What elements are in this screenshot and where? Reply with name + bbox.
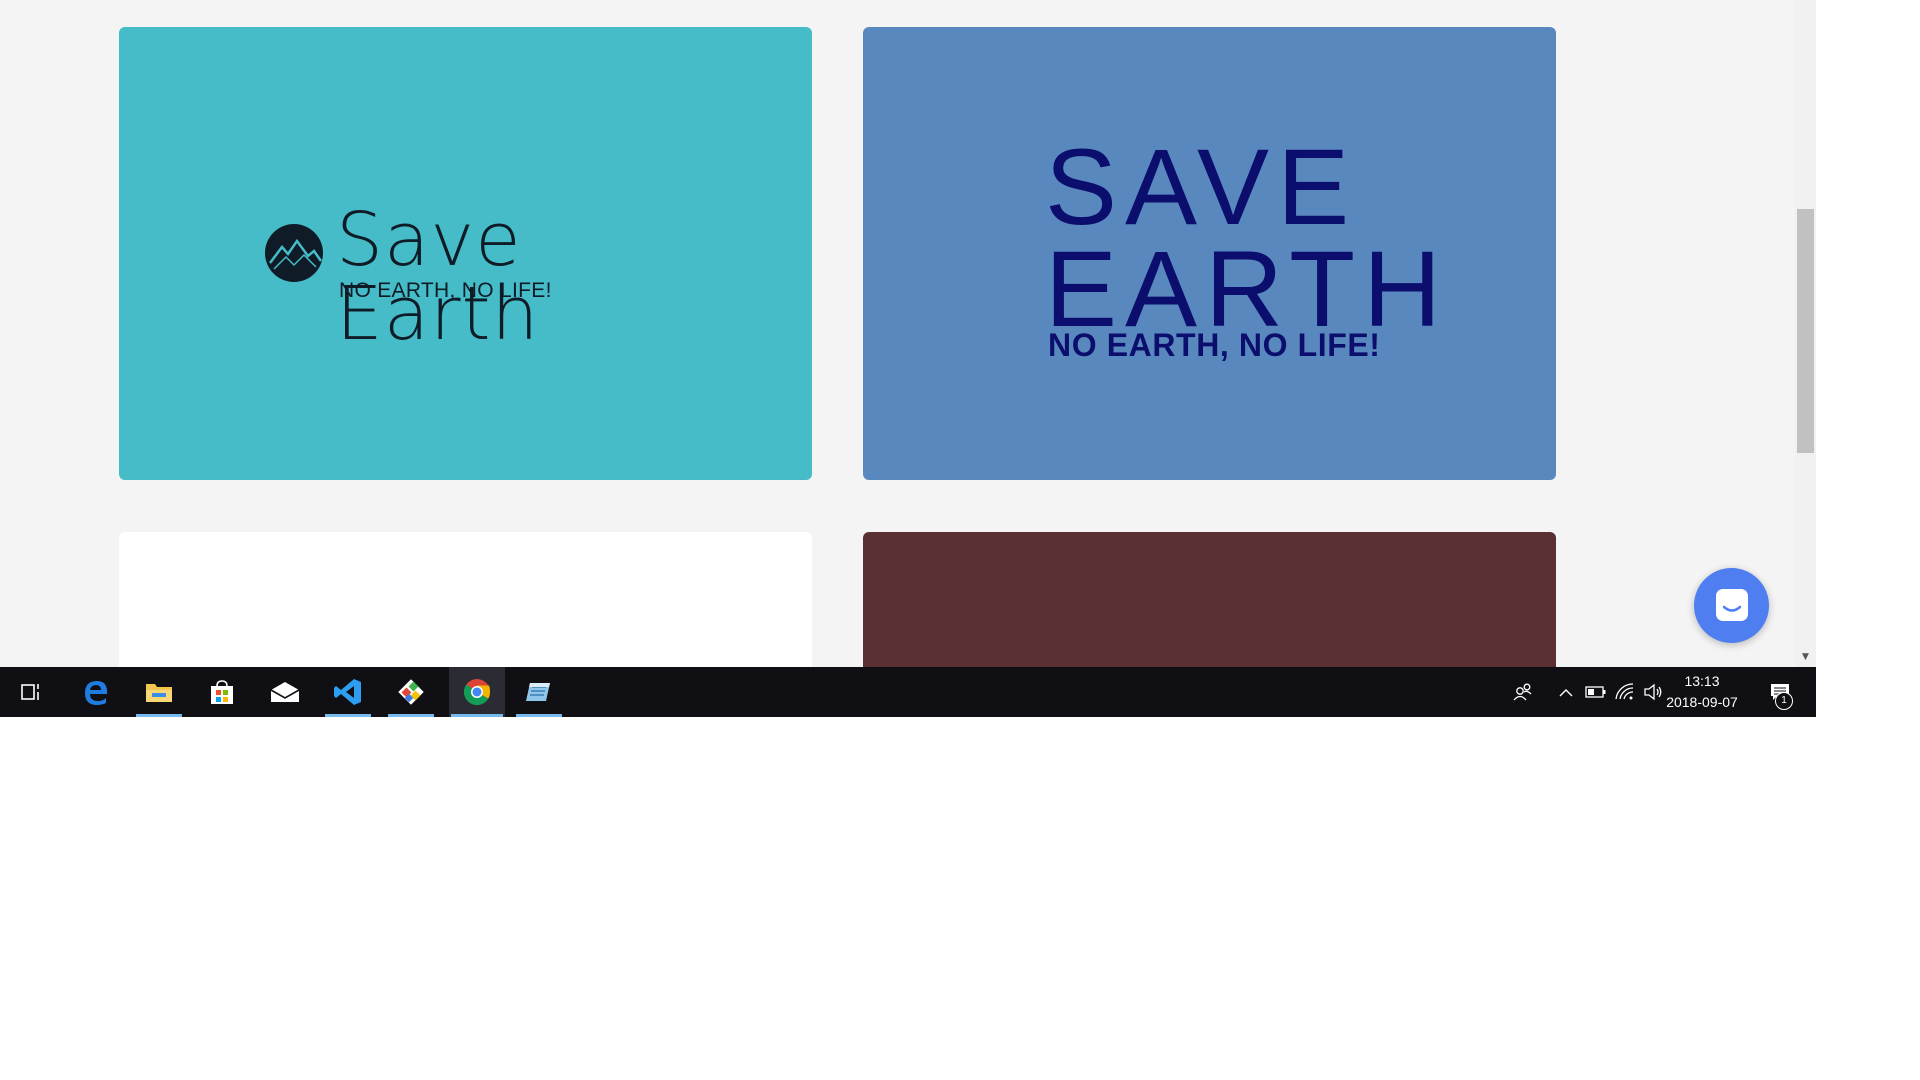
- save-earth-logo-2: SAVE EARTH NO EARTH, NO LIFE!: [863, 27, 1556, 480]
- chat-icon: [1716, 589, 1748, 621]
- task-view-icon: [21, 684, 39, 700]
- logo-card-1[interactable]: Save Earth NO EARTH, NO LIFE!: [119, 27, 812, 480]
- globe-mountain-icon: [265, 224, 323, 282]
- people-icon: [1513, 683, 1532, 701]
- task-view-button[interactable]: [7, 667, 57, 717]
- vscode-icon: [334, 679, 361, 705]
- git-button[interactable]: [386, 667, 436, 717]
- store-icon: [211, 680, 233, 704]
- notepad-icon: [526, 683, 550, 701]
- battery-button[interactable]: [1584, 667, 1608, 717]
- logo-tagline: NO EARTH, NO LIFE!: [339, 279, 552, 302]
- logo-card-2[interactable]: SAVE EARTH NO EARTH, NO LIFE!: [863, 27, 1556, 480]
- notepad-button[interactable]: [514, 667, 564, 717]
- file-explorer-icon: [146, 684, 172, 702]
- chrome-button[interactable]: [449, 667, 505, 717]
- edge-icon: [85, 681, 108, 705]
- vertical-scrollbar[interactable]: [1795, 0, 1816, 667]
- logo-title: Save Earth: [336, 197, 540, 357]
- web-page: Save Earth NO EARTH, NO LIFE! SAVE EARTH…: [0, 0, 1795, 667]
- logo-card-3[interactable]: [119, 532, 812, 667]
- windows-taskbar: 13:13 2018-09-07 1: [0, 667, 1816, 717]
- battery-icon: [1585, 686, 1606, 698]
- git-icon: [398, 679, 424, 705]
- people-button[interactable]: [1508, 667, 1538, 717]
- notification-count-badge: 1: [1775, 692, 1793, 710]
- scroll-down-arrow-icon[interactable]: ▼: [1799, 650, 1812, 664]
- screen: Save Earth NO EARTH, NO LIFE! SAVE EARTH…: [0, 0, 1816, 717]
- chevron-up-icon: [1559, 689, 1573, 697]
- store-button[interactable]: [197, 667, 247, 717]
- mail-button[interactable]: [260, 667, 310, 717]
- file-explorer-button[interactable]: [134, 667, 184, 717]
- chrome-icon: [463, 679, 491, 706]
- vscode-button[interactable]: [323, 667, 373, 717]
- logo-line-save: SAVE: [1045, 126, 1358, 247]
- wifi-icon: [1615, 683, 1634, 700]
- chat-launcher-button[interactable]: [1694, 568, 1769, 643]
- scrollbar-thumb[interactable]: [1797, 209, 1814, 453]
- edge-button[interactable]: [71, 667, 121, 717]
- logo-card-4[interactable]: [863, 532, 1556, 667]
- network-button[interactable]: [1612, 667, 1638, 717]
- show-hidden-icons-button[interactable]: [1554, 667, 1578, 717]
- save-earth-logo-1: Save Earth NO EARTH, NO LIFE!: [264, 203, 694, 351]
- clock[interactable]: 13:13 2018-09-07: [1652, 671, 1752, 713]
- clock-time: 13:13: [1684, 673, 1720, 689]
- logo-tagline: NO EARTH, NO LIFE!: [1048, 327, 1381, 363]
- mail-icon: [270, 682, 300, 702]
- clock-date: 2018-09-07: [1666, 694, 1738, 710]
